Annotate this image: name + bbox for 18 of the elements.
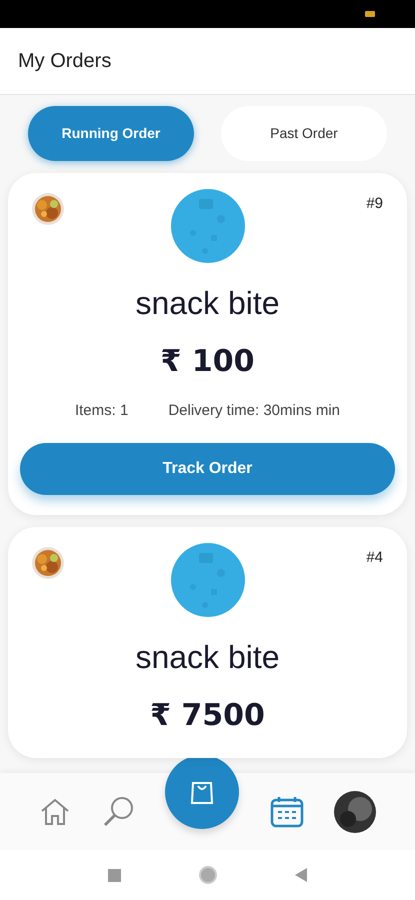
home-button-icon[interactable] xyxy=(199,866,217,884)
search-icon[interactable] xyxy=(101,794,136,828)
page-title: My Orders xyxy=(18,49,112,74)
back-icon[interactable] xyxy=(295,868,307,882)
restaurant-name: snack bite xyxy=(135,284,280,323)
order-tab[interactable]: Running Order xyxy=(28,106,194,161)
delivery-time: Delivery time: 30mins min xyxy=(168,401,340,421)
track-order-button[interactable]: Track Order xyxy=(20,442,395,494)
restaurant-name: snack bite xyxy=(135,638,280,676)
recents-icon[interactable] xyxy=(108,868,121,882)
order-number: #4 xyxy=(366,548,383,568)
battery-icon xyxy=(365,11,375,17)
order-tab[interactable]: Past Order xyxy=(221,106,387,161)
order-price: ₹ 7500 xyxy=(150,696,265,734)
order-number: #9 xyxy=(366,194,383,214)
calendar-icon[interactable] xyxy=(270,794,304,828)
order-price: ₹ 100 xyxy=(160,343,254,381)
items-count: Items: 1 xyxy=(74,401,128,421)
